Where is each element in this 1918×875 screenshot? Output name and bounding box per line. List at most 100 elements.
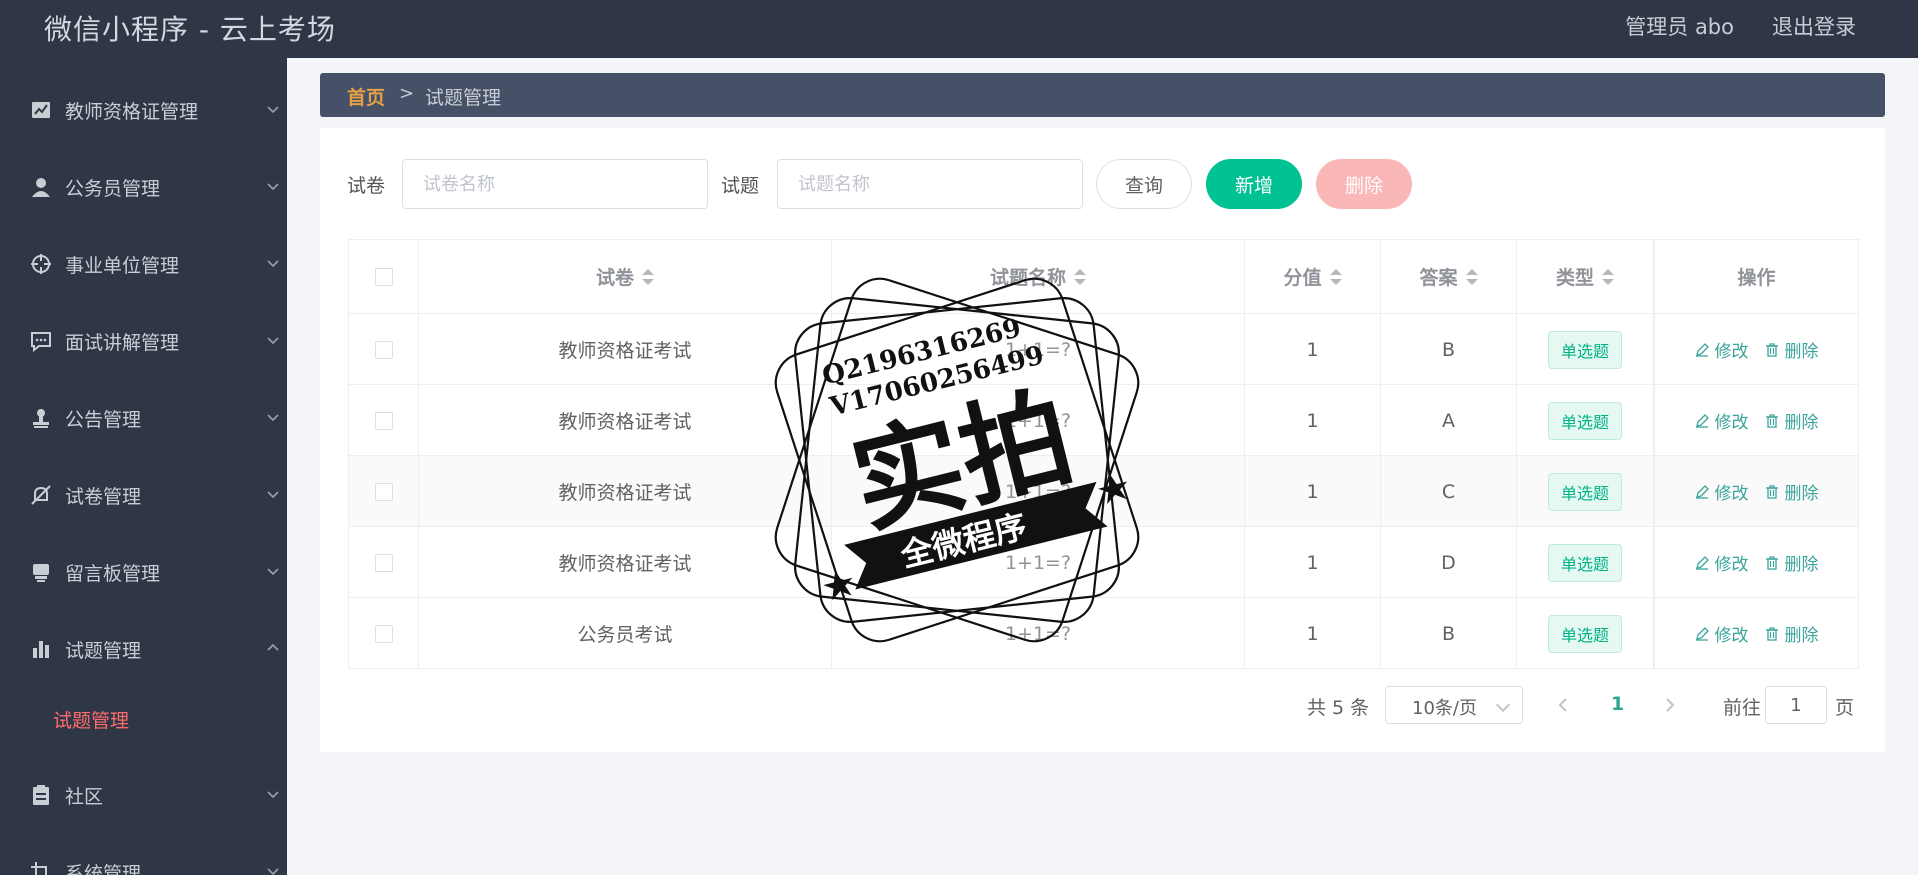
- sidebar-item-public-institution[interactable]: 事业单位管理: [0, 234, 287, 294]
- row-delete-button[interactable]: 删除: [1765, 408, 1819, 433]
- paper-name-input[interactable]: [402, 159, 708, 209]
- row-checkbox[interactable]: [374, 482, 393, 501]
- sidebar-item-exam-paper[interactable]: 试卷管理: [0, 465, 287, 525]
- edit-button[interactable]: 修改: [1695, 408, 1749, 433]
- question-label: 试题: [721, 175, 760, 197]
- cell-actions: 修改 删除: [1654, 314, 1858, 385]
- question-name-input[interactable]: [777, 159, 1083, 209]
- add-button[interactable]: 新增: [1206, 159, 1302, 209]
- sidebar-item-teacher-cert[interactable]: 教师资格证管理: [0, 80, 287, 140]
- cell-answer: B: [1381, 314, 1517, 385]
- goto-label: 前往: [1723, 697, 1762, 719]
- goto-page-input[interactable]: [1765, 686, 1827, 724]
- row-checkbox[interactable]: [374, 411, 393, 430]
- chevron-down-icon: [267, 791, 279, 799]
- sort-icon[interactable]: [642, 268, 654, 286]
- sidebar-item-label: 公务员管理: [65, 178, 161, 200]
- sidebar-item-civil-servant[interactable]: 公务员管理: [0, 157, 287, 217]
- edit-button[interactable]: 修改: [1695, 621, 1749, 646]
- sidebar-item-questions[interactable]: 试题管理: [0, 619, 287, 679]
- delete-button[interactable]: 删除: [1316, 159, 1412, 209]
- edit-icon: [1695, 555, 1709, 570]
- chevron-down-icon: [267, 106, 279, 114]
- row-checkbox[interactable]: [374, 624, 393, 643]
- edit-icon: [1695, 626, 1709, 641]
- cell-type: 单选题: [1517, 385, 1654, 456]
- edit-icon: [1695, 413, 1709, 428]
- pagination-total: 共 5 条: [1307, 697, 1370, 719]
- sidebar-item-label: 试卷管理: [65, 486, 142, 508]
- chevron-down-icon: [267, 183, 279, 191]
- cell-question: 1+1=?: [832, 456, 1245, 527]
- chevron-down-icon: [267, 868, 279, 875]
- query-button[interactable]: 查询: [1096, 159, 1192, 209]
- logout-link[interactable]: 退出登录: [1772, 11, 1856, 41]
- row-select-cell: [349, 456, 419, 527]
- edit-button[interactable]: 修改: [1695, 337, 1749, 362]
- cell-question: 1+1=?: [832, 598, 1245, 669]
- table-header-paper[interactable]: 试卷: [419, 240, 832, 313]
- breadcrumb: 首页 > 试题管理: [320, 73, 1885, 117]
- cell-question: 1+1=?: [832, 385, 1245, 456]
- page-size-select[interactable]: 10条/页: [1385, 686, 1523, 724]
- cell-type: 单选题: [1517, 314, 1654, 385]
- cell-paper: 教师资格证考试: [419, 385, 832, 456]
- sort-icon[interactable]: [1074, 268, 1086, 286]
- prev-page-icon[interactable]: [1553, 694, 1573, 716]
- cell-answer: D: [1381, 527, 1517, 598]
- trash-icon: [1765, 413, 1778, 428]
- trash-icon: [1765, 342, 1778, 357]
- table-row: 教师资格证考试 1+1=? 1 A 单选题 修改 删除: [349, 384, 1858, 456]
- sidebar-item-message-board[interactable]: 留言板管理: [0, 542, 287, 602]
- type-tag: 单选题: [1547, 472, 1622, 511]
- sort-icon[interactable]: [1329, 268, 1342, 286]
- table-header-type[interactable]: 类型: [1517, 240, 1654, 313]
- cell-score: 1: [1245, 456, 1381, 527]
- sort-icon[interactable]: [1602, 268, 1614, 286]
- breadcrumb-home[interactable]: 首页: [347, 83, 385, 110]
- edit-button[interactable]: 修改: [1695, 550, 1749, 575]
- cell-paper: 公务员考试: [419, 598, 832, 669]
- sidebar-item-interview[interactable]: 面试讲解管理: [0, 311, 287, 371]
- sort-icon[interactable]: [1465, 268, 1478, 286]
- row-delete-button[interactable]: 删除: [1765, 621, 1819, 646]
- cell-score: 1: [1245, 314, 1381, 385]
- crop-icon: [31, 862, 47, 875]
- cell-actions: 修改 删除: [1654, 385, 1858, 456]
- sidebar-item-community[interactable]: 社区: [0, 765, 287, 825]
- sidebar-subitem-label: 试题管理: [53, 710, 130, 732]
- current-page[interactable]: 1: [1611, 693, 1624, 715]
- table-header-actions: 操作: [1654, 240, 1858, 313]
- select-all-checkbox[interactable]: [374, 267, 393, 286]
- table-header-question[interactable]: 试题名称: [832, 240, 1245, 313]
- row-select-cell: [349, 527, 419, 598]
- row-select-cell: [349, 314, 419, 385]
- app-title: 微信小程序 - 云上考场: [44, 13, 336, 46]
- sidebar-subitem-questions[interactable]: 试题管理: [0, 691, 287, 747]
- edit-icon: [1695, 342, 1709, 357]
- sidebar-item-label: 事业单位管理: [65, 255, 180, 277]
- sidebar-item-system[interactable]: 系统管理: [0, 842, 287, 875]
- row-delete-button[interactable]: 删除: [1765, 479, 1819, 504]
- row-checkbox[interactable]: [374, 340, 393, 359]
- printer-icon: [33, 564, 49, 582]
- row-delete-button[interactable]: 删除: [1765, 337, 1819, 362]
- stamp-icon: [33, 409, 49, 428]
- cell-answer: C: [1381, 456, 1517, 527]
- sidebar-item-notice[interactable]: 公告管理: [0, 388, 287, 448]
- cell-question: 1+1=?: [832, 314, 1245, 385]
- table-header-answer[interactable]: 答案: [1381, 240, 1517, 313]
- edit-button[interactable]: 修改: [1695, 479, 1749, 504]
- type-tag: 单选题: [1547, 330, 1622, 369]
- row-checkbox[interactable]: [374, 553, 393, 572]
- table-row: 公务员考试 1+1=? 1 B 单选题 修改 删除: [349, 597, 1858, 669]
- row-delete-button[interactable]: 删除: [1765, 550, 1819, 575]
- cell-paper: 教师资格证考试: [419, 314, 832, 385]
- cell-actions: 修改 删除: [1654, 527, 1858, 598]
- type-tag: 单选题: [1547, 543, 1622, 582]
- table-header-score[interactable]: 分值: [1245, 240, 1381, 313]
- chevron-up-icon: [267, 643, 279, 651]
- row-select-cell: [349, 598, 419, 669]
- cell-type: 单选题: [1517, 598, 1654, 669]
- next-page-icon[interactable]: [1660, 694, 1680, 716]
